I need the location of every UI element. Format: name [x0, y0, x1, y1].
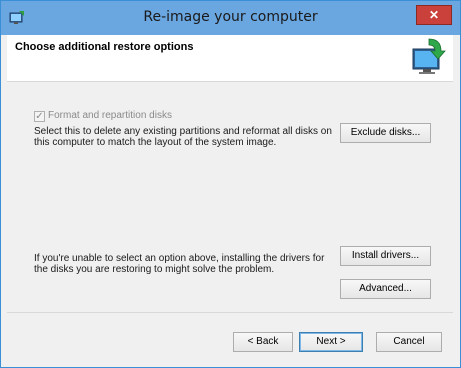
- format-checkbox: ✓: [34, 111, 45, 122]
- format-checkbox-label: Format and repartition disks: [48, 110, 172, 121]
- close-button[interactable]: ✕: [416, 5, 452, 25]
- title-bar[interactable]: Re-image your computer ✕: [1, 1, 460, 35]
- install-drivers-button[interactable]: Install drivers...: [340, 246, 431, 266]
- options-panel: ✓ Format and repartition disks Select th…: [7, 82, 453, 312]
- re-image-dialog: Re-image your computer ✕ Choose addition…: [0, 0, 461, 368]
- wizard-footer: < Back Next > Cancel: [7, 312, 453, 359]
- advanced-button[interactable]: Advanced...: [340, 279, 431, 299]
- back-button[interactable]: < Back: [233, 332, 293, 352]
- next-button[interactable]: Next >: [299, 332, 363, 352]
- window-title: Re-image your computer: [143, 9, 318, 25]
- cancel-button[interactable]: Cancel: [376, 332, 442, 352]
- exclude-disks-button[interactable]: Exclude disks...: [340, 123, 431, 143]
- computer-restore-icon: [412, 38, 446, 74]
- wizard-header: Choose additional restore options: [7, 35, 453, 82]
- format-description: Select this to delete any existing parti…: [34, 126, 332, 148]
- drivers-description: If you're unable to select an option abo…: [34, 253, 325, 275]
- page-title: Choose additional restore options: [15, 41, 194, 53]
